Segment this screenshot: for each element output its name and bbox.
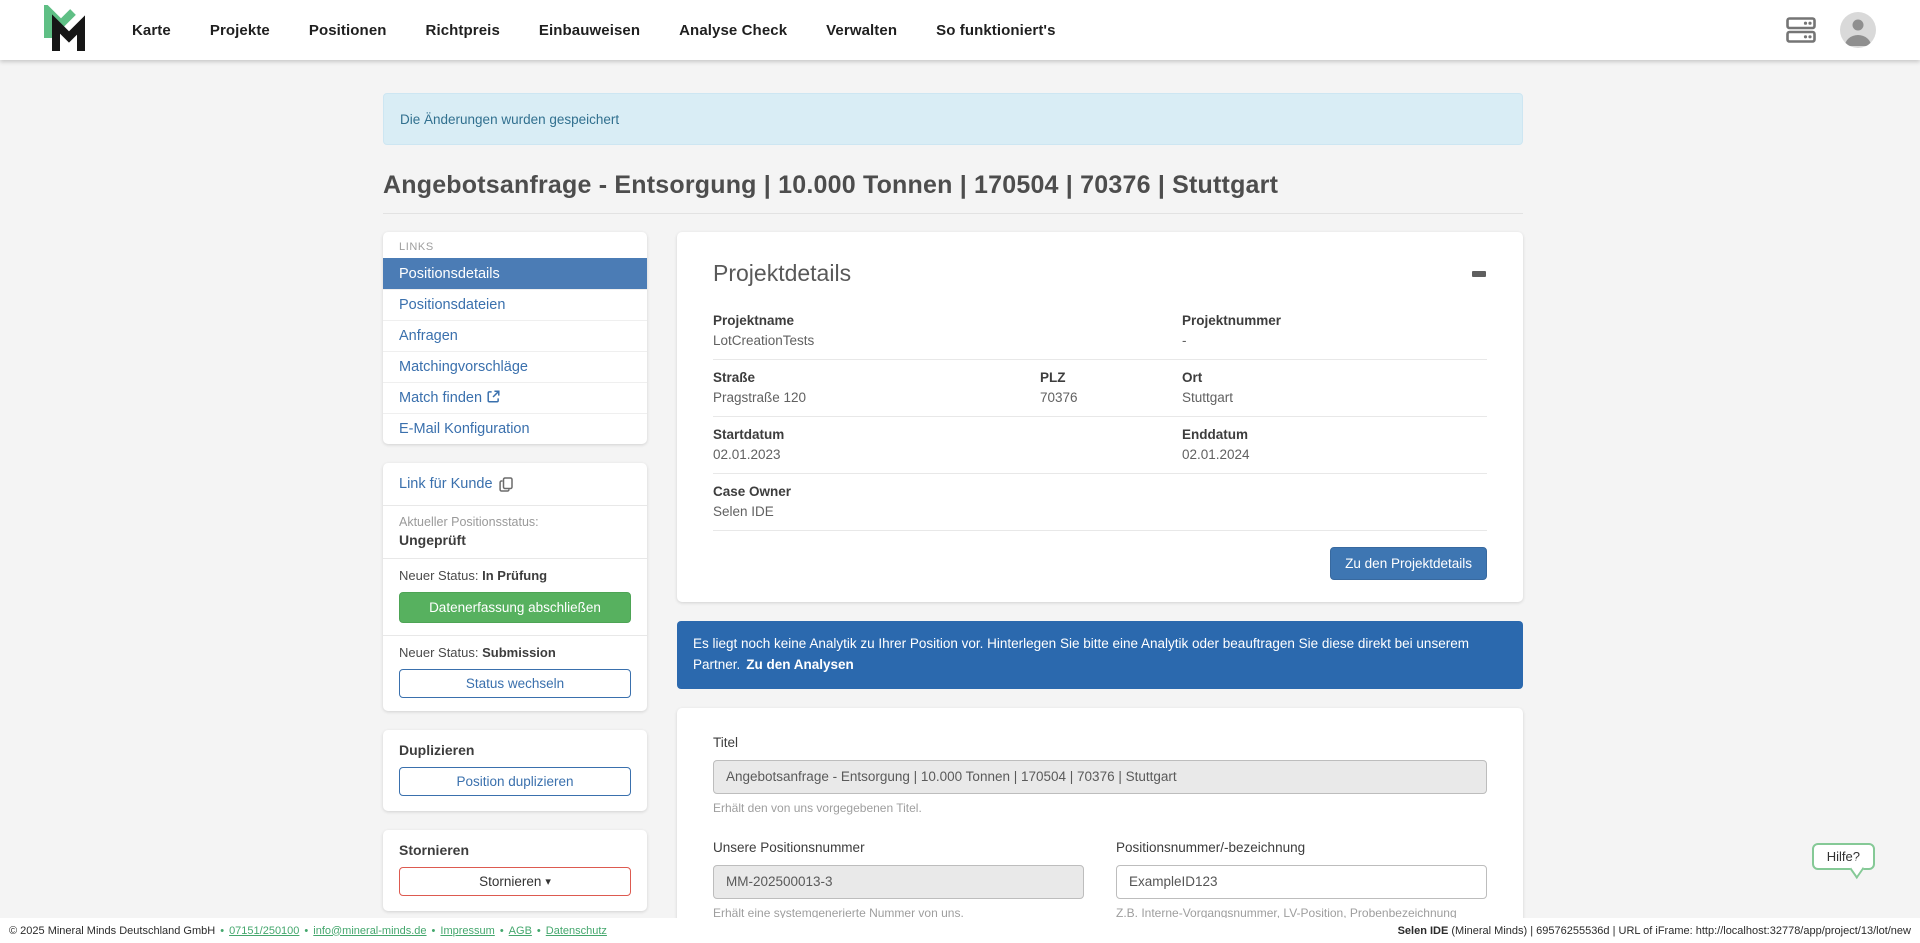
sidebar-item-match-finden[interactable]: Match finden	[383, 382, 647, 413]
next-status2-value: Submission	[482, 645, 556, 660]
next-status-label: Neuer Status:	[399, 568, 479, 583]
links-header: LINKS	[383, 232, 647, 258]
nav-item-analyse-check[interactable]: Analyse Check	[679, 22, 787, 39]
sidebar-item-email-konfiguration[interactable]: E-Mail Konfiguration	[383, 413, 647, 444]
projektnummer-label: Projektnummer	[1182, 313, 1487, 328]
copy-icon	[499, 477, 513, 492]
footer-separator: •	[220, 925, 224, 937]
nav-item-karte[interactable]: Karte	[132, 22, 171, 39]
sidebar-item-positionsdetails[interactable]: Positionsdetails	[383, 258, 647, 289]
cancel-card: Stornieren Stornieren ▾	[383, 830, 647, 911]
project-details-heading: Projektdetails	[713, 260, 851, 287]
help-button[interactable]: Hilfe?	[1812, 843, 1875, 870]
person-icon	[1840, 12, 1876, 48]
footer-phone-link[interactable]: 07151/250100	[229, 925, 299, 937]
projektname-label: Projektname	[713, 313, 1182, 328]
cancel-heading: Stornieren	[399, 842, 631, 858]
project-details-card: Projektdetails Projektname LotCreationTe…	[677, 232, 1523, 602]
footer-separator: •	[537, 925, 541, 937]
plz-label: PLZ	[1040, 370, 1182, 385]
position-number-label: Positionsnummer/-bezeichnung	[1116, 840, 1305, 855]
startdatum-value: 02.01.2023	[713, 447, 1182, 462]
main-menu: Karte Projekte Positionen Richtpreis Ein…	[132, 22, 1056, 39]
footer-datenschutz-link[interactable]: Datenschutz	[546, 925, 607, 937]
current-status-label: Aktueller Positionsstatus:	[399, 515, 631, 529]
external-link-icon	[487, 390, 500, 403]
enddatum-value: 02.01.2024	[1182, 447, 1487, 462]
cancel-dropdown-button[interactable]: Stornieren ▾	[399, 867, 631, 896]
nav-item-richtpreis[interactable]: Richtpreis	[426, 22, 500, 39]
success-alert: Die Änderungen wurden gespeichert	[383, 93, 1523, 145]
position-form-card: Titel Erhält den von uns vorgegebenen Ti…	[677, 708, 1523, 943]
user-avatar[interactable]	[1840, 12, 1876, 48]
strasse-value: Pragstraße 120	[713, 390, 1040, 405]
top-navigation-bar: Karte Projekte Positionen Richtpreis Ein…	[0, 0, 1920, 60]
status-card: Link für Kunde Aktueller Positionsstatus…	[383, 463, 647, 711]
analytics-info-banner: Es liegt noch keine Analytik zu Ihrer Po…	[677, 621, 1523, 689]
next-status2-label: Neuer Status:	[399, 645, 479, 660]
complete-data-entry-button[interactable]: Datenerfassung abschließen	[399, 592, 631, 623]
our-position-number-label: Unsere Positionsnummer	[713, 840, 865, 855]
case-owner-value: Selen IDE	[713, 504, 1487, 519]
strasse-label: Straße	[713, 370, 1040, 385]
footer-copyright: © 2025 Mineral Minds Deutschland GmbH	[9, 925, 215, 937]
switch-status-button[interactable]: Status wechseln	[399, 669, 631, 698]
caret-down-icon: ▾	[545, 875, 551, 888]
logo-icon	[40, 5, 92, 55]
footer-impressum-link[interactable]: Impressum	[440, 925, 494, 937]
current-status-value: Ungeprüft	[399, 532, 631, 548]
footer-separator: •	[304, 925, 308, 937]
nav-item-positionen[interactable]: Positionen	[309, 22, 387, 39]
sidebar: LINKS Positionsdetails Positionsdateien …	[383, 232, 647, 911]
match-finden-label: Match finden	[399, 390, 482, 406]
duplicate-heading: Duplizieren	[399, 742, 631, 758]
alert-text: Die Änderungen wurden gespeichert	[400, 112, 619, 127]
links-card: LINKS Positionsdetails Positionsdateien …	[383, 232, 647, 444]
sidebar-item-anfragen[interactable]: Anfragen	[383, 320, 647, 351]
nav-item-so-funktionierts[interactable]: So funktioniert's	[936, 22, 1055, 39]
collapse-icon[interactable]	[1471, 266, 1487, 282]
to-project-details-button[interactable]: Zu den Projektdetails	[1330, 547, 1487, 580]
startdatum-label: Startdatum	[713, 427, 1182, 442]
link-fuer-kunde-label: Link für Kunde	[399, 476, 493, 492]
footer-agb-link[interactable]: AGB	[509, 925, 532, 937]
ort-value: Stuttgart	[1182, 390, 1487, 405]
titel-label: Titel	[713, 735, 738, 750]
duplicate-card: Duplizieren Position duplizieren	[383, 730, 647, 811]
titel-helper: Erhält den von uns vorgegebenen Titel.	[713, 801, 1487, 815]
projektname-value: LotCreationTests	[713, 333, 1182, 348]
footer-session-info: Selen IDE (Mineral Minds) | 69576255536d…	[1398, 925, 1911, 937]
nav-item-projekte[interactable]: Projekte	[210, 22, 270, 39]
server-icon[interactable]	[1786, 16, 1816, 44]
footer-user: Selen IDE	[1398, 925, 1449, 937]
duplicate-position-button[interactable]: Position duplizieren	[399, 767, 631, 796]
footer-session-rest: (Mineral Minds) | 69576255536d | URL of …	[1448, 925, 1911, 937]
mineral-minds-logo[interactable]	[40, 5, 96, 55]
cancel-button-label: Stornieren	[479, 874, 541, 889]
link-fuer-kunde[interactable]: Link für Kunde	[399, 476, 513, 492]
nav-item-einbauweisen[interactable]: Einbauweisen	[539, 22, 640, 39]
footer-email-link[interactable]: info@mineral-minds.de	[313, 925, 426, 937]
nav-item-verwalten[interactable]: Verwalten	[826, 22, 897, 39]
page-title: Angebotsanfrage - Entsorgung | 10.000 To…	[383, 171, 1523, 200]
to-analyses-link[interactable]: Zu den Analysen	[746, 657, 854, 672]
case-owner-label: Case Owner	[713, 484, 1487, 499]
ort-label: Ort	[1182, 370, 1487, 385]
plz-value: 70376	[1040, 390, 1182, 405]
sidebar-item-matchingvorschlaege[interactable]: Matchingvorschläge	[383, 351, 647, 382]
footer-separator: •	[432, 925, 436, 937]
footer: © 2025 Mineral Minds Deutschland GmbH • …	[0, 918, 1920, 943]
enddatum-label: Enddatum	[1182, 427, 1487, 442]
sidebar-item-positionsdateien[interactable]: Positionsdateien	[383, 289, 647, 320]
footer-separator: •	[500, 925, 504, 937]
projektnummer-value: -	[1182, 333, 1487, 348]
main-content: Projektdetails Projektname LotCreationTe…	[677, 232, 1523, 943]
position-number-input[interactable]	[1116, 865, 1487, 899]
titel-input	[713, 760, 1487, 794]
next-status-value: In Prüfung	[482, 568, 547, 583]
our-position-number-input	[713, 865, 1084, 899]
